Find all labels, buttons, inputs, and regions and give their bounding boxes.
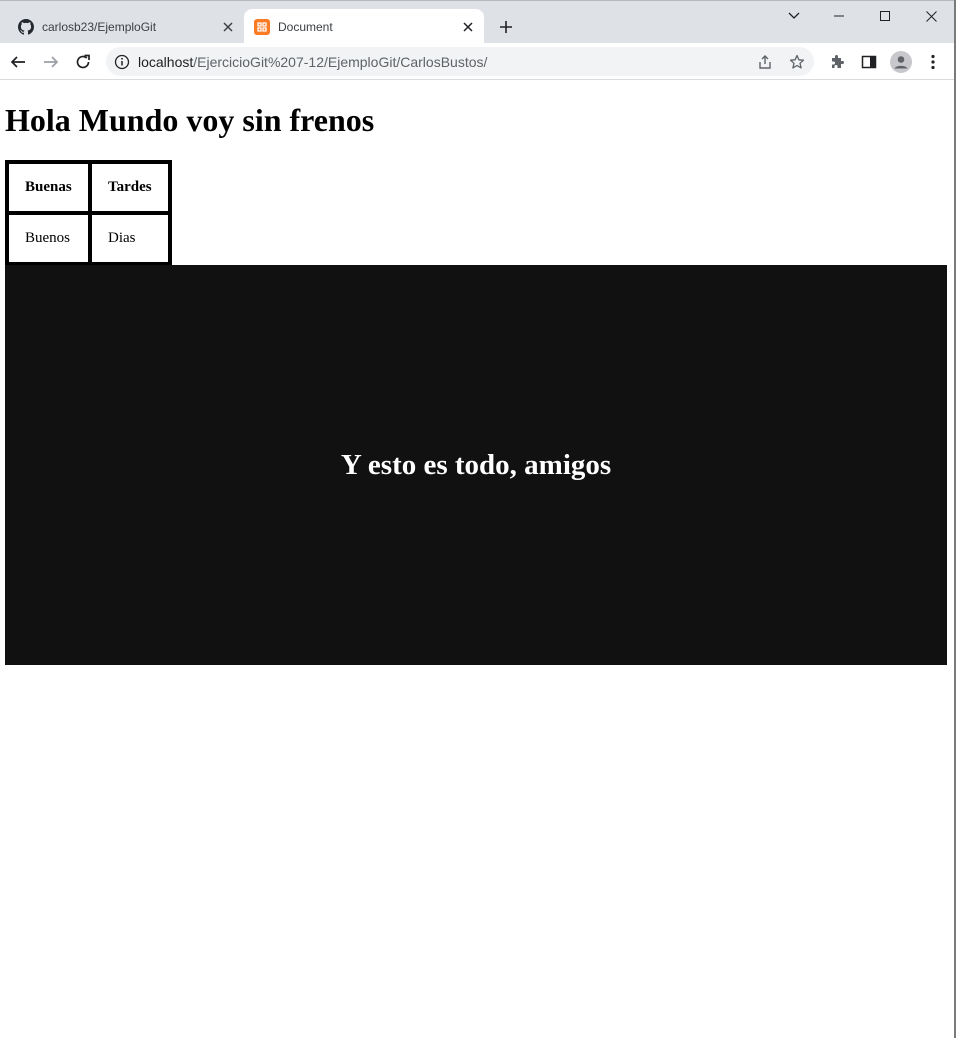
share-icon [759,55,771,69]
share-button[interactable] [751,48,779,76]
bookmark-button[interactable] [783,48,811,76]
arrow-right-icon [44,56,59,68]
close-icon [463,21,473,32]
table-row: Buenos Dias [7,213,170,264]
xampp-icon [254,18,270,35]
url-host: localhost [138,53,194,70]
maximize-button[interactable] [862,2,908,30]
url-path: /EjercicioGit%207-12/EjemploGit/CarlosBu… [193,53,488,70]
chevron-down-icon [788,12,800,19]
puzzle-icon [832,55,844,68]
plus-icon [500,21,512,33]
page-content: Hola Mundo voy sin frenos Buenas Tardes … [0,81,954,1038]
reload-button[interactable] [69,48,97,76]
tab-title: carlosb23/EjemploGit [42,19,157,34]
info-icon[interactable] [114,54,130,70]
tab-close-button[interactable] [458,17,478,37]
avatar-icon [890,51,912,73]
side-panel-icon [861,55,877,69]
close-window-button[interactable] [908,2,954,30]
table-cell: Dias [90,213,170,264]
github-icon [18,18,34,35]
table-header-row: Buenas Tardes [7,162,170,213]
tab-search-button[interactable] [771,2,817,30]
greeting-table: Buenas Tardes Buenos Dias [5,160,172,266]
side-panel-button[interactable] [855,48,883,76]
url-text[interactable]: localhost/EjercicioGit%207-12/EjemploGit… [138,54,487,70]
forward-button[interactable] [37,48,65,76]
tab-title: Document [278,19,333,34]
maximize-icon [880,11,890,21]
back-button[interactable] [4,48,32,76]
star-icon [789,54,805,69]
arrow-left-icon [10,56,25,68]
minimize-icon [834,15,844,17]
tab-github[interactable]: carlosb23/EjemploGit [8,9,244,44]
table-header-cell: Tardes [90,162,170,213]
menu-button[interactable] [919,48,947,76]
tab-strip: carlosb23/EjemploGit Document [0,0,954,44]
page-title: Hola Mundo voy sin frenos [5,102,375,138]
minimize-button[interactable] [816,2,862,30]
close-icon [925,10,937,22]
extensions-button[interactable] [823,48,851,76]
reload-icon [76,54,90,69]
tab-close-button[interactable] [218,17,238,37]
tab-document[interactable]: Document [244,9,484,44]
kebab-menu-icon [931,54,935,70]
address-bar[interactable]: localhost/EjercicioGit%207-12/EjemploGit… [106,47,814,76]
browser-toolbar: localhost/EjercicioGit%207-12/EjemploGit… [0,43,954,80]
close-icon [223,21,233,32]
table-header-cell: Buenas [7,162,90,213]
table-cell: Buenos [7,213,90,264]
new-tab-button[interactable] [494,15,518,39]
profile-button[interactable] [887,48,915,76]
dark-banner: Y esto es todo, amigos [5,265,947,665]
banner-text: Y esto es todo, amigos [340,448,612,481]
